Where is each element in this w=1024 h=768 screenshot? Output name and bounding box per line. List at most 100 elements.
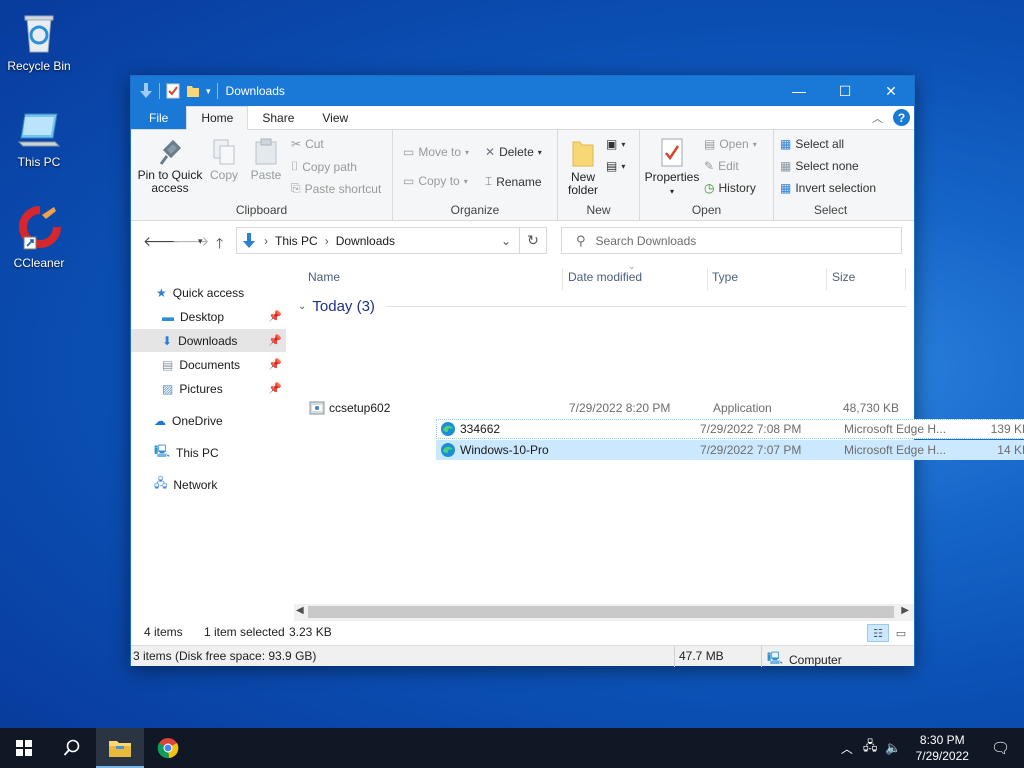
computer-icon: 🖳	[767, 651, 784, 665]
invert-selection-button[interactable]: ▦ Invert selection	[780, 181, 876, 195]
item-count: 4 items	[144, 625, 183, 639]
tab-file[interactable]: File	[131, 106, 187, 129]
search-button[interactable]	[48, 728, 96, 768]
properties-button[interactable]: Properties ▾	[644, 138, 700, 198]
tab-home[interactable]: Home	[186, 106, 249, 130]
edit-icon: ✎	[704, 159, 715, 173]
cut-button[interactable]: ✂ Cut	[291, 137, 324, 151]
customize-toolbar-icon[interactable]: ▾	[206, 86, 211, 97]
taskbar-chrome[interactable]	[144, 728, 192, 768]
delete-button[interactable]: ✕ Delete ▾	[485, 145, 542, 159]
tab-view[interactable]: View	[308, 106, 362, 129]
horizontal-scrollbar[interactable]: ◀ ▶	[294, 604, 914, 621]
nav-onedrive[interactable]: ☁ OneDrive	[154, 409, 223, 432]
pinned-icon: 📌	[268, 383, 282, 395]
nav-documents[interactable]: ▤ Documents 📌	[162, 353, 286, 376]
copy-to-icon: ▭	[403, 174, 415, 188]
paste-button[interactable]: Paste	[249, 138, 283, 182]
search-icon	[63, 739, 80, 756]
nav-pictures[interactable]: ▨ Pictures 📌	[162, 377, 286, 400]
show-hidden-icons-icon[interactable]: ︿	[835, 740, 859, 757]
desktop-icon-recycle-bin[interactable]: Recycle Bin	[1, 8, 77, 73]
divider	[674, 646, 675, 667]
file-row[interactable]: ccsetup602 7/29/2022 8:20 PM Application…	[305, 398, 902, 418]
breadcrumb-this-pc[interactable]: This PC	[275, 234, 318, 248]
easy-access-icon: ▤	[606, 159, 618, 173]
scroll-left-icon[interactable]: ◀	[296, 605, 304, 616]
paste-shortcut-button[interactable]: ⎘ Paste shortcut	[291, 181, 381, 196]
new-folder-quick-icon[interactable]	[186, 83, 200, 99]
group-label: Organize	[450, 203, 500, 217]
divider	[159, 83, 160, 99]
maximize-button[interactable]: ☐	[822, 76, 868, 106]
column-header-type[interactable]: Type	[712, 260, 738, 294]
refresh-button[interactable]: ↻	[519, 227, 547, 254]
location-computer: 🖳 Computer	[767, 649, 842, 670]
nav-downloads[interactable]: ⬇ Downloads 📌	[131, 329, 286, 352]
tab-share[interactable]: Share	[248, 106, 308, 129]
edit-button[interactable]: ✎ Edit	[704, 159, 739, 173]
recent-locations-icon[interactable]: ▾	[198, 236, 203, 247]
nav-desktop[interactable]: ▬ Desktop 📌	[162, 305, 286, 328]
open-button[interactable]: ▤ Open ▾	[704, 137, 757, 151]
scrollbar-thumb[interactable]	[308, 606, 894, 618]
computer-icon: 🖳	[154, 444, 171, 458]
move-to-button[interactable]: ▭ Move to ▾	[403, 145, 469, 159]
copy-path-button[interactable]: ⌷ Copy path	[291, 159, 357, 174]
easy-access-button[interactable]: ▤ ▾	[606, 159, 625, 173]
file-size: 14 KB	[997, 443, 1024, 457]
start-button[interactable]	[0, 728, 48, 768]
file-row[interactable]: 334662 7/29/2022 7:08 PM Microsoft Edge …	[436, 419, 1024, 439]
history-button[interactable]: ◷ History	[704, 181, 756, 195]
group-header-today[interactable]: ⌄ Today (3)	[298, 298, 907, 315]
invert-selection-icon: ▦	[780, 181, 792, 195]
large-icons-view-button[interactable]: ▭	[890, 624, 912, 642]
nav-network[interactable]: 🖧 Network	[154, 473, 217, 496]
properties-quick-icon[interactable]	[166, 83, 180, 99]
pin-to-quick-access-button[interactable]: Pin to Quick access	[135, 138, 205, 195]
details-view-button[interactable]: ☷	[867, 624, 889, 642]
copy-button[interactable]: Copy	[207, 138, 241, 182]
search-input[interactable]: ⚲ Search Downloads	[561, 227, 902, 254]
group-select: ▦ Select all ▦ Select none ▦ Invert selecti…	[774, 130, 887, 220]
select-all-button[interactable]: ▦ Select all	[780, 137, 844, 151]
column-header-size[interactable]: Size	[832, 260, 855, 294]
new-item-button[interactable]: ▣ ▾	[606, 137, 625, 151]
address-bar[interactable]: › This PC › Downloads ⌄	[236, 227, 520, 254]
rename-button[interactable]: ⌶ Rename	[485, 174, 542, 189]
breadcrumb-downloads[interactable]: Downloads	[336, 234, 395, 248]
column-header-name[interactable]: Name	[308, 260, 340, 294]
select-none-button[interactable]: ▦ Select none	[780, 159, 859, 173]
scroll-right-icon[interactable]: ▶	[901, 605, 909, 616]
close-button[interactable]: ✕	[868, 76, 914, 106]
taskbar-file-explorer[interactable]	[96, 728, 144, 768]
nav-quick-access[interactable]: ★ Quick access	[156, 281, 244, 304]
desktop-icon-ccleaner[interactable]: CCleaner	[1, 205, 77, 270]
minimize-button[interactable]: —	[776, 76, 822, 106]
delete-x-icon: ✕	[485, 145, 496, 159]
move-to-icon: ▭	[403, 145, 415, 159]
notifications-icon[interactable]: 🗨	[979, 739, 1024, 757]
collapse-ribbon-icon[interactable]: ︿	[872, 110, 883, 126]
desktop-icon-this-pc[interactable]: This PC	[1, 108, 77, 169]
network-status-icon[interactable]: 🖧	[859, 737, 882, 759]
file-row[interactable]: Windows-10-Pro 7/29/2022 7:07 PM Microso…	[436, 440, 1024, 460]
search-icon: ⚲	[576, 232, 586, 248]
file-size: 48,730 KB	[842, 401, 899, 415]
new-folder-button[interactable]: New folder	[564, 138, 602, 197]
downloads-arrow-icon	[140, 83, 152, 98]
column-header-date[interactable]: Date modified ⌄	[568, 260, 642, 294]
group-new: New folder ▣ ▾ ▤ ▾ New	[558, 130, 640, 220]
up-arrow-icon[interactable]: 🡑	[216, 233, 223, 257]
volume-icon[interactable]: 🔈	[881, 740, 905, 756]
help-icon[interactable]: ?	[893, 109, 910, 126]
total-size: 47.7 MB	[679, 649, 724, 663]
forward-arrow-icon[interactable]: 🡒	[172, 233, 210, 250]
nav-this-pc[interactable]: 🖳 This PC	[154, 441, 219, 464]
copy-to-button[interactable]: ▭ Copy to ▾	[403, 174, 468, 188]
downloads-arrow-icon: ⬇	[162, 333, 173, 348]
refresh-icon: ↻	[527, 232, 539, 248]
recycle-bin-icon	[24, 15, 54, 53]
address-dropdown-icon[interactable]: ⌄	[501, 234, 511, 248]
taskbar-clock[interactable]: 8:30 PM 7/29/2022	[906, 732, 979, 764]
